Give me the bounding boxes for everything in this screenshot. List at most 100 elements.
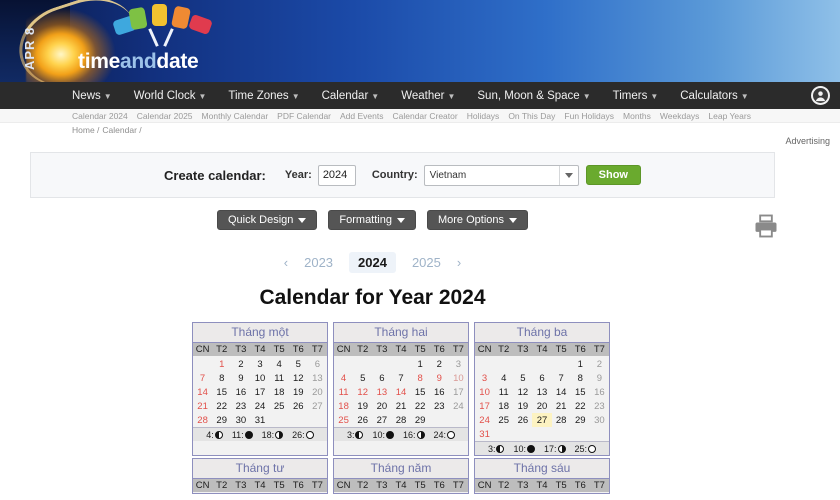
- day-cell[interactable]: 7: [391, 371, 410, 385]
- day-cell[interactable]: 3: [449, 357, 468, 371]
- day-cell[interactable]: 14: [552, 385, 571, 399]
- day-cell[interactable]: 31: [475, 427, 494, 441]
- day-cell[interactable]: 21: [391, 399, 410, 413]
- day-cell[interactable]: 17: [250, 385, 269, 399]
- day-cell[interactable]: 16: [590, 385, 609, 399]
- day-cell[interactable]: 10: [475, 385, 494, 399]
- day-cell[interactable]: 18: [334, 399, 353, 413]
- day-cell[interactable]: 8: [411, 371, 430, 385]
- day-cell[interactable]: 9: [430, 371, 449, 385]
- nav-item-weather[interactable]: Weather ▼: [401, 90, 455, 102]
- day-cell[interactable]: 30: [590, 413, 609, 427]
- day-cell[interactable]: 10: [449, 371, 468, 385]
- day-cell[interactable]: 21: [193, 399, 212, 413]
- day-cell[interactable]: 6: [532, 371, 551, 385]
- breadcrumb-item-home[interactable]: Home /: [72, 125, 99, 135]
- subnav-item-months[interactable]: Months: [623, 111, 651, 121]
- day-cell[interactable]: 10: [250, 371, 269, 385]
- day-cell[interactable]: 29: [212, 413, 231, 427]
- day-cell[interactable]: 8: [212, 371, 231, 385]
- subnav-item-calendar-2025[interactable]: Calendar 2025: [137, 111, 193, 121]
- subnav-item-pdf-calendar[interactable]: PDF Calendar: [277, 111, 331, 121]
- day-cell[interactable]: 26: [353, 413, 372, 427]
- year-current[interactable]: 2024: [349, 252, 396, 273]
- year-prev[interactable]: 2023: [295, 252, 342, 273]
- formatting-button[interactable]: Formatting: [328, 210, 416, 230]
- day-cell[interactable]: 14: [193, 385, 212, 399]
- day-cell[interactable]: 23: [231, 399, 250, 413]
- day-cell[interactable]: 16: [430, 385, 449, 399]
- more-options-button[interactable]: More Options: [426, 210, 529, 230]
- subnav-item-calendar-2024[interactable]: Calendar 2024: [72, 111, 128, 121]
- day-cell[interactable]: 27: [308, 399, 327, 413]
- chevron-left-icon[interactable]: ‹: [284, 255, 288, 270]
- day-cell[interactable]: 13: [308, 371, 327, 385]
- subnav-item-monthly-calendar[interactable]: Monthly Calendar: [202, 111, 269, 121]
- day-cell[interactable]: 15: [571, 385, 590, 399]
- year-next[interactable]: 2025: [403, 252, 450, 273]
- day-cell[interactable]: 25: [494, 413, 513, 427]
- day-cell[interactable]: 27: [532, 413, 552, 427]
- day-cell[interactable]: 29: [571, 413, 590, 427]
- day-cell[interactable]: 29: [411, 413, 430, 427]
- day-cell[interactable]: 19: [353, 399, 372, 413]
- day-cell[interactable]: 4: [494, 371, 513, 385]
- day-cell[interactable]: 13: [532, 385, 551, 399]
- subnav-item-on-this-day[interactable]: On This Day: [508, 111, 555, 121]
- day-cell[interactable]: 5: [289, 357, 308, 371]
- day-cell[interactable]: 14: [391, 385, 410, 399]
- print-button[interactable]: [752, 212, 780, 245]
- subnav-item-holidays[interactable]: Holidays: [467, 111, 500, 121]
- day-cell[interactable]: 4: [334, 371, 353, 385]
- day-cell[interactable]: 9: [231, 371, 250, 385]
- nav-item-time-zones[interactable]: Time Zones ▼: [228, 90, 299, 102]
- day-cell[interactable]: 28: [193, 413, 212, 427]
- day-cell[interactable]: 17: [449, 385, 468, 399]
- day-cell[interactable]: 6: [372, 371, 391, 385]
- day-cell[interactable]: 3: [250, 357, 269, 371]
- day-cell[interactable]: 12: [353, 385, 372, 399]
- day-cell[interactable]: 25: [270, 399, 289, 413]
- day-cell[interactable]: 28: [391, 413, 410, 427]
- subnav-item-weekdays[interactable]: Weekdays: [660, 111, 700, 121]
- day-cell[interactable]: 16: [231, 385, 250, 399]
- day-cell[interactable]: 4: [270, 357, 289, 371]
- day-cell[interactable]: 28: [552, 413, 571, 427]
- day-cell[interactable]: 8: [571, 371, 590, 385]
- day-cell[interactable]: 22: [411, 399, 430, 413]
- day-cell[interactable]: 19: [513, 399, 532, 413]
- day-cell[interactable]: 11: [270, 371, 289, 385]
- day-cell[interactable]: 20: [372, 399, 391, 413]
- nav-item-news[interactable]: News ▼: [72, 90, 112, 102]
- day-cell[interactable]: 19: [289, 385, 308, 399]
- day-cell[interactable]: 20: [308, 385, 327, 399]
- nav-item-sun-moon-space[interactable]: Sun, Moon & Space ▼: [477, 90, 590, 102]
- day-cell[interactable]: 24: [449, 399, 468, 413]
- day-cell[interactable]: 30: [231, 413, 250, 427]
- show-button[interactable]: Show: [585, 165, 641, 185]
- day-cell[interactable]: 7: [193, 371, 212, 385]
- day-cell[interactable]: 31: [250, 413, 269, 427]
- day-cell[interactable]: 27: [372, 413, 391, 427]
- day-cell[interactable]: 25: [334, 413, 353, 427]
- day-cell[interactable]: 24: [475, 413, 494, 427]
- day-cell[interactable]: 9: [590, 371, 609, 385]
- subnav-item-calendar-creator[interactable]: Calendar Creator: [393, 111, 458, 121]
- day-cell[interactable]: 12: [513, 385, 532, 399]
- day-cell[interactable]: 3: [475, 371, 494, 385]
- day-cell[interactable]: 12: [289, 371, 308, 385]
- day-cell[interactable]: 2: [590, 357, 609, 371]
- day-cell[interactable]: 20: [532, 399, 551, 413]
- day-cell[interactable]: 23: [590, 399, 609, 413]
- day-cell[interactable]: 6: [308, 357, 327, 371]
- day-cell[interactable]: 15: [212, 385, 231, 399]
- day-cell[interactable]: 18: [270, 385, 289, 399]
- day-cell[interactable]: 22: [212, 399, 231, 413]
- subnav-item-fun-holidays[interactable]: Fun Holidays: [564, 111, 614, 121]
- day-cell[interactable]: 26: [513, 413, 532, 427]
- day-cell[interactable]: 26: [289, 399, 308, 413]
- day-cell[interactable]: 11: [494, 385, 513, 399]
- breadcrumb-item-calendar[interactable]: Calendar /: [102, 125, 141, 135]
- day-cell[interactable]: 1: [411, 357, 430, 371]
- subnav-item-leap-years[interactable]: Leap Years: [708, 111, 751, 121]
